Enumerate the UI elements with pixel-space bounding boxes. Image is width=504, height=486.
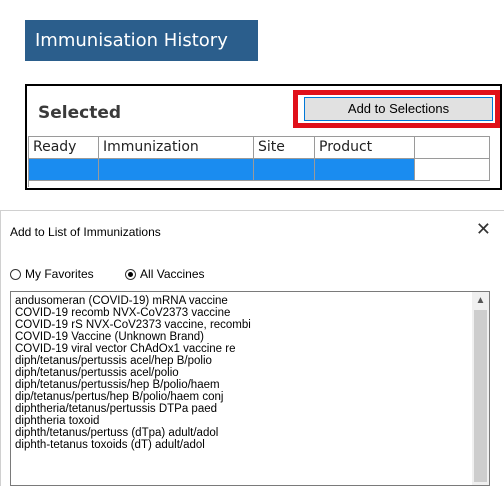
list-item[interactable]: COVID-19 viral vector ChAdOx1 vaccine re <box>11 343 471 355</box>
list-item[interactable]: andusomeran (COVID-19) mRNA vaccine <box>11 295 471 307</box>
column-header-ready[interactable]: Ready <box>29 137 99 159</box>
add-to-list-dialog: Add to List of Immunizations ✕ My Favori… <box>0 210 504 486</box>
column-header-product[interactable]: Product <box>315 137 415 159</box>
table-row[interactable] <box>29 159 490 181</box>
column-header-immunization[interactable]: Immunization <box>99 137 254 159</box>
radio-my-favorites[interactable]: My Favorites <box>10 267 94 281</box>
table-cell[interactable] <box>99 159 254 181</box>
table-cell[interactable] <box>254 159 315 181</box>
banner-title: Immunisation History <box>35 30 228 51</box>
list-item[interactable]: dip/tetanus/pertus/hep B/polio/haem conj <box>11 391 471 403</box>
selected-panel: Selected Add to Selections Ready Immuniz… <box>25 84 502 190</box>
vaccine-list: andusomeran (COVID-19) mRNA vaccine COVI… <box>11 295 471 451</box>
radio-label: All Vaccines <box>140 267 205 281</box>
vaccine-filter-radios: My Favorites All Vaccines <box>10 267 233 283</box>
list-item[interactable]: COVID-19 recomb NVX-CoV2373 vaccine <box>11 307 471 319</box>
list-item[interactable]: COVID-19 Vaccine (Unknown Brand) <box>11 331 471 343</box>
radio-button-selected-icon[interactable] <box>125 268 137 280</box>
list-item[interactable]: diphtheria toxoid <box>11 415 471 427</box>
close-icon[interactable]: ✕ <box>476 220 491 240</box>
list-item[interactable]: COVID-19 rS NVX-CoV2373 vaccine, recombi <box>11 319 471 331</box>
column-header-blank <box>415 137 490 159</box>
radio-label: My Favorites <box>25 267 94 281</box>
vertical-scrollbar[interactable]: ▲ <box>472 292 489 485</box>
scroll-thumb[interactable] <box>474 310 487 482</box>
list-item[interactable]: diph/tetanus/pertussis acel/polio <box>11 367 471 379</box>
list-item[interactable]: diphth/tetanus/pertuss (dTpa) adult/adol <box>11 427 471 439</box>
grid-header-row: Ready Immunization Site Product <box>29 137 490 159</box>
list-item[interactable]: diphtheria/tetanus/pertussis DTPa paed <box>11 403 471 415</box>
radio-button-icon[interactable] <box>10 268 21 280</box>
table-cell <box>415 159 490 181</box>
scroll-up-arrow-icon[interactable]: ▲ <box>472 292 489 309</box>
dialog-title: Add to List of Immunizations <box>10 225 161 239</box>
immunisation-history-banner: Immunisation History <box>25 20 258 61</box>
radio-all-vaccines[interactable]: All Vaccines <box>125 267 205 281</box>
list-item[interactable]: diph/tetanus/pertussis/hep B/polio/haem <box>11 379 471 391</box>
add-to-selections-button[interactable]: Add to Selections <box>304 97 493 121</box>
vaccine-listbox[interactable]: andusomeran (COVID-19) mRNA vaccine COVI… <box>10 291 490 486</box>
list-item[interactable]: diph/tetanus/pertussis acel/hep B/polio <box>11 355 471 367</box>
list-item[interactable]: diphth-tetanus toxoids (dT) adult/adol <box>11 439 471 451</box>
table-cell[interactable] <box>29 159 99 181</box>
column-header-site[interactable]: Site <box>254 137 315 159</box>
selected-grid: Ready Immunization Site Product <box>28 136 490 187</box>
selected-title: Selected <box>38 103 122 123</box>
table-cell[interactable] <box>315 159 415 181</box>
